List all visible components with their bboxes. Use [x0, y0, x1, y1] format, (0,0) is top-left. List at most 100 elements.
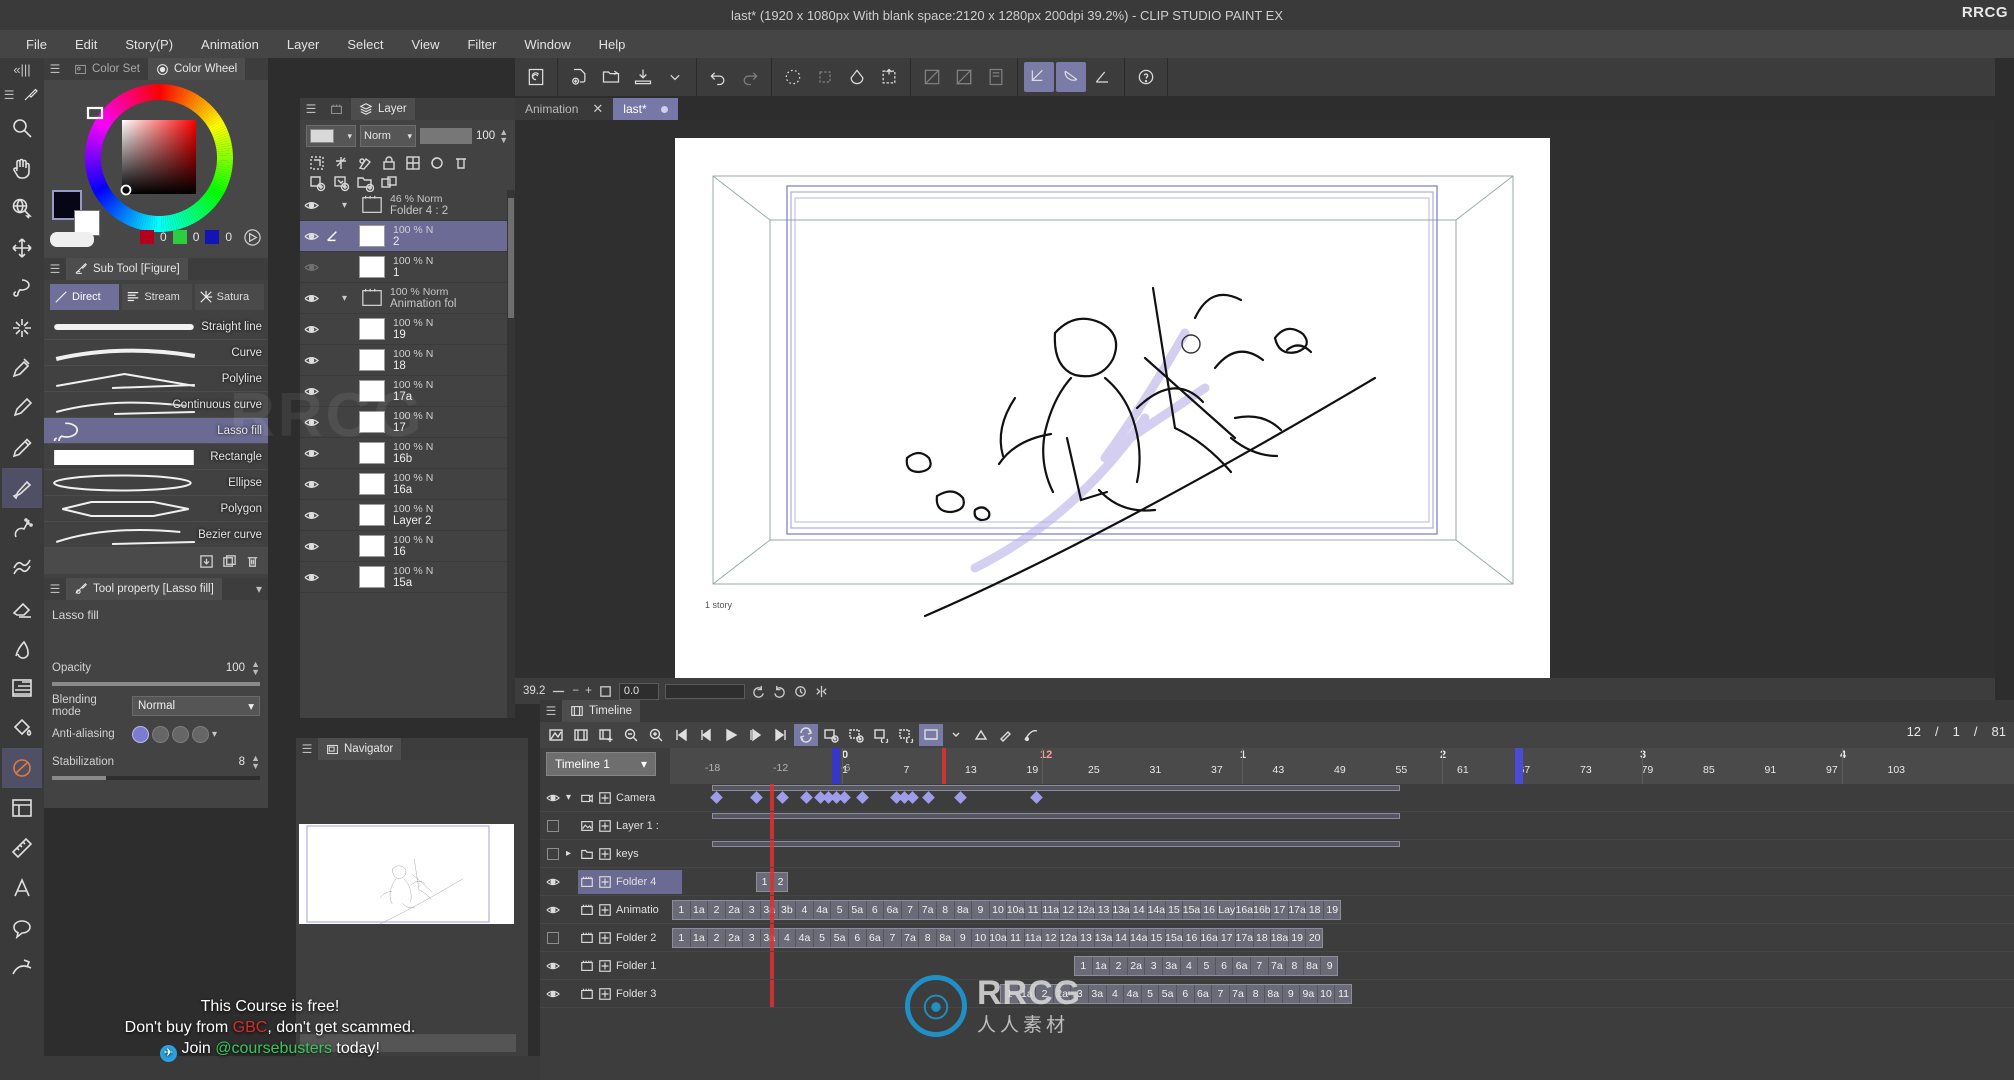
enable-timeline-button[interactable]: [544, 724, 568, 746]
layer-visibility-toggle[interactable]: [300, 345, 322, 375]
timeline-cel[interactable]: 3a: [1163, 957, 1181, 975]
timeline-cel[interactable]: 6: [1177, 985, 1195, 1003]
color-mode-toggle-icon[interactable]: [243, 228, 262, 247]
track-visibility-toggle[interactable]: [540, 931, 566, 944]
timeline-cel[interactable]: 9: [972, 901, 990, 919]
tab-timeline[interactable]: Timeline: [562, 700, 641, 722]
reset-rotation-icon[interactable]: [793, 684, 808, 699]
timeline-cel[interactable]: 6a: [867, 929, 885, 947]
timeline-ruler[interactable]: -18 -12 -6 1 7 13 19 25 31 37 43 49 55 61 67 73 79 85 91 97…: [670, 748, 2014, 784]
timeline-cel[interactable]: 9: [1321, 957, 1337, 975]
timeline-cel[interactable]: 9: [1283, 985, 1301, 1003]
chevron-down-icon[interactable]: ▾: [342, 283, 356, 313]
track-grid[interactable]: 1 1a 2 2a 3 3a 4 4a 5 5a 6 6a 7 7a 8 8a 9 9a 10 11: [670, 980, 2014, 1007]
panel-menu-icon[interactable]: ☰: [44, 58, 66, 80]
close-icon[interactable]: ✕: [592, 101, 603, 117]
zoom-tool[interactable]: [2, 108, 42, 148]
track-visibility-toggle[interactable]: [540, 875, 566, 889]
tab-color-set[interactable]: Color Set: [66, 58, 148, 80]
timeline-playhead[interactable]: [770, 784, 774, 811]
layer-row-folder-4-2[interactable]: ▾ 46 % Norm Folder 4 : 2: [300, 190, 515, 221]
color-wheel-area[interactable]: 0 0 0: [44, 80, 268, 256]
gradient-tool[interactable]: [2, 668, 42, 708]
layer-row-18[interactable]: 100 % N 18: [300, 345, 515, 376]
move-canvas-tool[interactable]: [2, 148, 42, 188]
opacity-stepper[interactable]: ▲ ▼: [251, 660, 260, 677]
menu-item-animation[interactable]: Animation: [187, 33, 273, 56]
timeline-track-folder-4[interactable]: Folder 4 12: [540, 868, 2014, 896]
timeline-cel[interactable]: 2: [708, 901, 726, 919]
timeline-cel[interactable]: 17: [1218, 929, 1236, 947]
chevron-down-icon[interactable]: ▾: [566, 792, 578, 803]
rail-collapse-bar[interactable]: « |||: [0, 58, 44, 80]
canvas-paper[interactable]: 1 story: [675, 138, 1550, 678]
timeline-cel[interactable]: 8: [937, 901, 955, 919]
eyedropper-tool[interactable]: [2, 348, 42, 388]
timeline-cel[interactable]: 4: [796, 901, 814, 919]
timeline-cel[interactable]: 16: [1201, 901, 1219, 919]
keyframe-marker[interactable]: [838, 791, 851, 804]
timeline-cel[interactable]: 3b: [779, 901, 797, 919]
timeline-playhead[interactable]: [770, 980, 774, 1007]
clip-to-layer-icon[interactable]: [308, 154, 326, 172]
layer-row-layer-2[interactable]: 100 % N Layer 2: [300, 500, 515, 531]
track-name-cell[interactable]: Folder 1: [578, 954, 682, 978]
total-frames[interactable]: 81: [1992, 724, 2006, 739]
menu-item-layer[interactable]: Layer: [273, 33, 334, 56]
deselect-button[interactable]: [917, 62, 947, 92]
new-animation-cel-button[interactable]: [819, 724, 843, 746]
timeline-cel[interactable]: 6: [849, 929, 867, 947]
timeline-cel[interactable]: 14a: [1130, 929, 1149, 947]
timeline-cel[interactable]: 17: [1271, 901, 1289, 919]
timeline-cel[interactable]: 6a: [884, 901, 902, 919]
antialiasing-option-middle[interactable]: [172, 725, 189, 743]
timeline-cel[interactable]: 9: [955, 929, 973, 947]
menu-item-filter[interactable]: Filter: [453, 33, 510, 56]
layer-visibility-toggle[interactable]: [300, 562, 322, 592]
timeline-cel[interactable]: 17a: [1236, 929, 1254, 947]
redo-button[interactable]: [735, 62, 765, 92]
timeline-cel[interactable]: 5a: [831, 929, 849, 947]
chevron-down-icon[interactable]: ▾: [212, 729, 217, 740]
layer-scrollbar[interactable]: [507, 190, 515, 718]
timeline-cel[interactable]: 14: [1113, 929, 1131, 947]
timeline-cel[interactable]: 19: [1289, 929, 1307, 947]
layer-row-animation-fol[interactable]: ▾ 100 % Norm Animation fol: [300, 283, 515, 314]
panel-menu-icon[interactable]: ☰: [296, 738, 318, 760]
antialiasing-options[interactable]: ▾: [132, 725, 217, 743]
timeline-cel[interactable]: 15a: [1165, 929, 1184, 947]
layer-visibility-toggle[interactable]: [300, 221, 322, 251]
light-table-button[interactable]: [969, 724, 993, 746]
track-visibility-toggle[interactable]: [540, 847, 566, 860]
tab-color-wheel[interactable]: Color Wheel: [147, 58, 246, 80]
zoom-in-timeline-button[interactable]: [644, 724, 668, 746]
stabilization-slider[interactable]: [44, 776, 268, 780]
transform-button[interactable]: [874, 62, 904, 92]
snap-curve-button[interactable]: [1056, 62, 1086, 92]
timeline-cel[interactable]: 5: [1198, 957, 1216, 975]
timeline-cel[interactable]: 5: [814, 929, 832, 947]
timeline-cel[interactable]: 1: [1075, 957, 1093, 975]
timeline-cel[interactable]: 13: [1078, 929, 1096, 947]
layer-visibility-toggle[interactable]: [300, 500, 322, 530]
tab-tool-property[interactable]: Tool property [Lasso fill]: [66, 578, 222, 600]
keyframe-marker[interactable]: [906, 791, 919, 804]
timeline-cel[interactable]: 5: [1142, 985, 1160, 1003]
timeline-cel[interactable]: 16a: [1200, 929, 1219, 947]
next-frame-button[interactable]: [744, 724, 768, 746]
timeline-cel[interactable]: 7: [1251, 957, 1269, 975]
layer-delete-icon[interactable]: [452, 154, 470, 172]
timeline-cel[interactable]: 8: [919, 929, 937, 947]
timeline-cel[interactable]: Lay: [1218, 901, 1236, 919]
track-grid[interactable]: 11a22a33a44a55a66a77a88a91010a1111a1212a…: [670, 924, 2014, 951]
timeline-cel[interactable]: 11: [1007, 929, 1025, 947]
lock-transparency-icon[interactable]: [404, 154, 422, 172]
help-button[interactable]: [1131, 62, 1161, 92]
timeline-cel[interactable]: 11a: [1025, 929, 1043, 947]
timeline-cel[interactable]: 12a: [1060, 929, 1078, 947]
track-grid[interactable]: [670, 812, 2014, 839]
add-cel-icon[interactable]: [598, 875, 612, 889]
add-cel-icon[interactable]: [598, 959, 612, 973]
timeline-cel[interactable]: 4: [1181, 957, 1199, 975]
move-tool[interactable]: [2, 228, 42, 268]
